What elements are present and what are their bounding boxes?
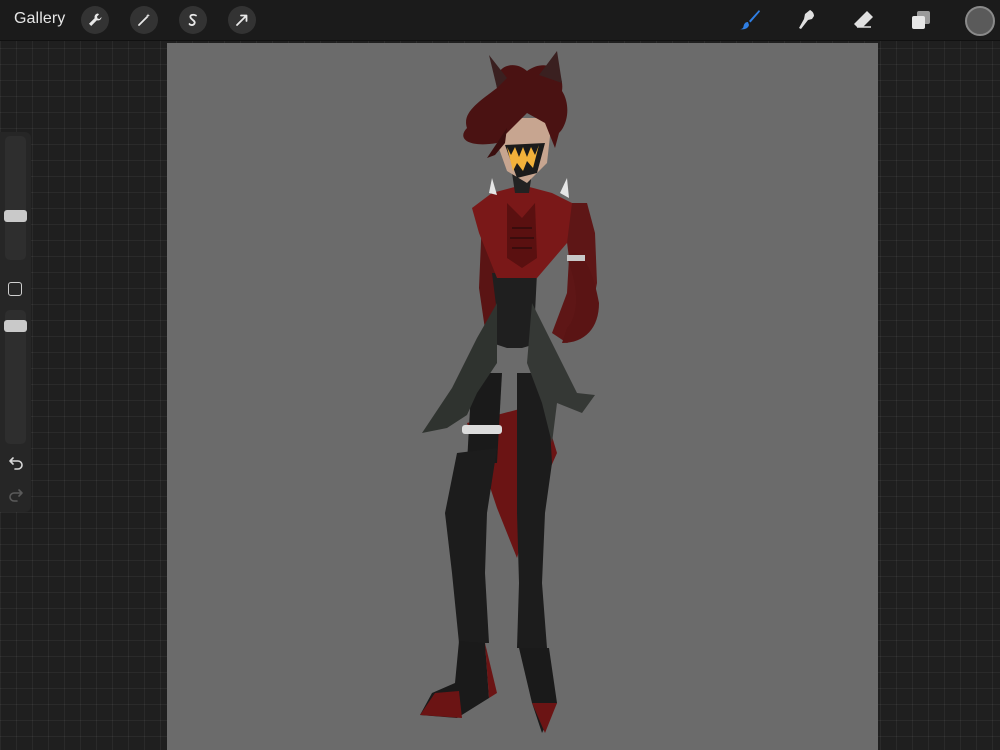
layers-icon[interactable]: [907, 6, 935, 34]
opacity-slider[interactable]: [4, 310, 27, 444]
eraser-icon[interactable]: [850, 6, 878, 34]
magic-wand-icon[interactable]: [130, 6, 158, 34]
redo-icon[interactable]: [6, 484, 26, 504]
opacity-thumb[interactable]: [4, 320, 27, 332]
selection-icon[interactable]: [179, 6, 207, 34]
brush-size-thumb[interactable]: [4, 210, 27, 222]
wrench-icon[interactable]: [81, 6, 109, 34]
undo-icon[interactable]: [6, 452, 26, 472]
drawing-canvas[interactable]: [167, 43, 878, 750]
brush-icon[interactable]: [736, 6, 764, 34]
top-toolbar: Gallery: [0, 0, 1000, 41]
brush-size-slider[interactable]: [4, 136, 27, 260]
gallery-button[interactable]: Gallery: [14, 10, 65, 28]
color-picker-button[interactable]: [965, 6, 995, 36]
smudge-icon[interactable]: [793, 6, 821, 34]
modify-button[interactable]: [8, 282, 22, 296]
character-artwork: [420, 51, 599, 733]
transform-arrow-icon[interactable]: [228, 6, 256, 34]
left-sidebar: [0, 132, 31, 512]
